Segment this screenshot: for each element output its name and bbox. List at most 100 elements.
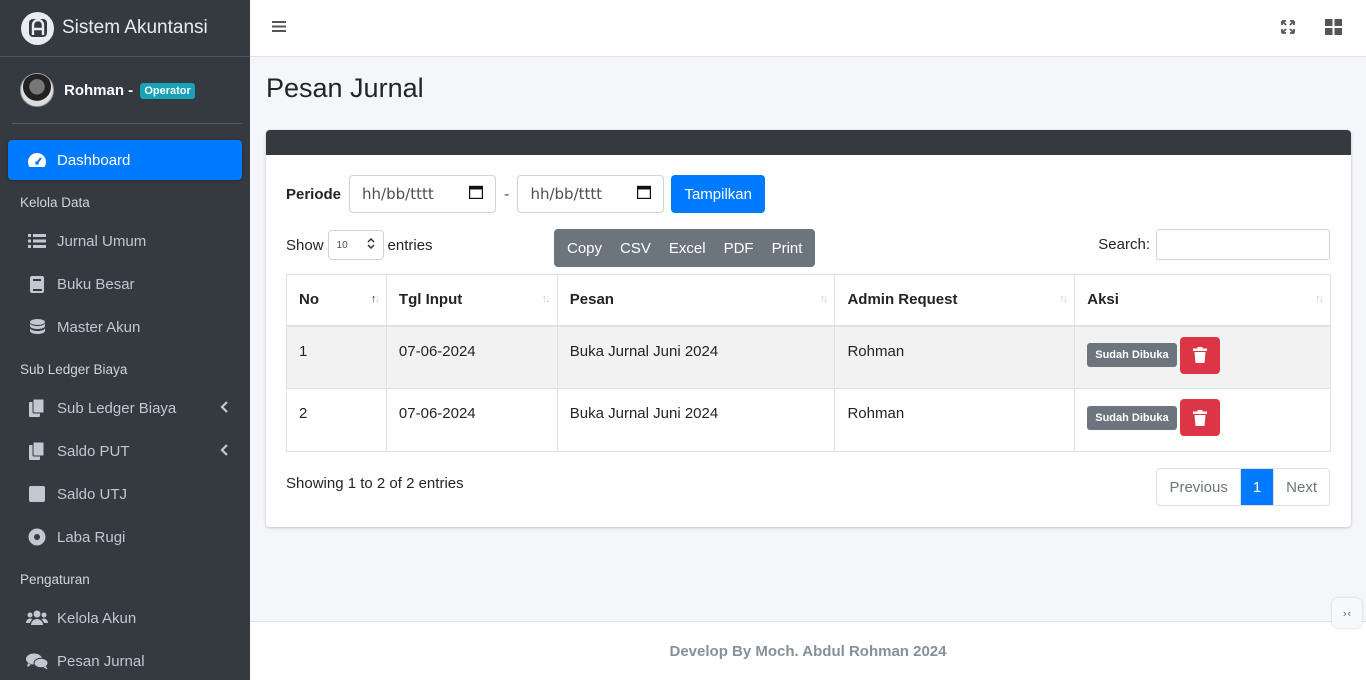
cell-no: 1 — [286, 325, 387, 389]
sidebar-item-dashboard[interactable]: Dashboard — [8, 140, 242, 180]
cell-admin: Rohman — [834, 325, 1076, 389]
sidebar-item-label: Master Akun — [57, 318, 141, 336]
sidebar-item-label: Pesan Jurnal — [57, 652, 145, 670]
sidebar-item-buku-besar[interactable]: Buku Besar — [8, 264, 242, 304]
show-label: Show — [286, 236, 324, 254]
brand-link[interactable]: Sistem Akuntansi — [0, 0, 250, 57]
sidebar-item-sub-ledger-biaya[interactable]: Sub Ledger Biaya — [8, 388, 242, 428]
sidebar-item-label: Buku Besar — [57, 275, 135, 293]
sidebar-item-label: Jurnal Umum — [57, 232, 147, 250]
period-label: Periode — [286, 185, 342, 203]
control-sidebar-icon[interactable] — [1325, 19, 1342, 39]
pagination-next[interactable]: Next — [1273, 469, 1329, 505]
sort-icon: ↑↓ — [541, 293, 551, 305]
date-separator: - — [504, 185, 510, 203]
table-info: Showing 1 to 2 of 2 entries — [286, 475, 464, 492]
user-panel[interactable]: Rohman - Operator — [12, 57, 242, 124]
excel-button[interactable]: Excel — [660, 240, 715, 257]
cell-admin: Rohman — [834, 388, 1076, 452]
entries-label: entries — [387, 236, 433, 254]
delete-button[interactable] — [1179, 336, 1220, 374]
column-header-label: Aksi — [1087, 291, 1119, 309]
copy-icon — [26, 399, 48, 417]
cell-aksi: Sudah Dibuka — [1074, 388, 1331, 452]
sidebar-nav: Dashboard Kelola Data Jurnal Umum Buku B… — [0, 140, 250, 680]
sort-icon: ↑↓ — [819, 293, 828, 305]
column-header-admin-request[interactable]: Admin Request ↑↓ — [834, 274, 1076, 327]
cell-aksi: Sudah Dibuka — [1074, 325, 1331, 389]
list-icon — [26, 232, 48, 250]
fullscreen-icon[interactable] — [1280, 19, 1296, 39]
card-header — [266, 130, 1351, 155]
page-length-control: Show 10 entries — [286, 230, 433, 260]
page-length-select[interactable]: 10 — [327, 230, 384, 260]
main-content: Pesan Jurnal Periode hh/bb/tttt - hh/bb/… — [250, 57, 1366, 621]
column-header-label: No — [299, 291, 319, 309]
hamburger-menu-icon[interactable] — [272, 19, 286, 37]
table-header-row: No ↑↓ Tgl Input ↑↓ Pesan ↑↓ Admin Request ↑↓… — [286, 274, 1331, 327]
sort-asc-icon: ↑↓ — [370, 293, 380, 305]
date-to-input[interactable]: hh/bb/tttt — [517, 175, 665, 213]
chevron-left-icon — [220, 400, 228, 417]
page-length-value: 10 — [336, 239, 348, 251]
column-header-pesan[interactable]: Pesan ↑↓ — [556, 274, 836, 327]
sidebar-item-kelola-akun[interactable]: Kelola Akun — [8, 598, 242, 638]
sidebar-item-label: Laba Rugi — [57, 528, 126, 546]
sidebar-item-master-akun[interactable]: Master Akun — [8, 307, 242, 347]
period-filter: Periode hh/bb/tttt - hh/bb/tttt Tampilka… — [286, 175, 765, 213]
table-search: Search: — [1098, 229, 1330, 260]
nav-header-sub-ledger: Sub Ledger Biaya — [20, 361, 128, 377]
tachometer-icon — [26, 151, 48, 169]
pagination-previous[interactable]: Previous — [1157, 469, 1241, 505]
top-navbar — [250, 0, 1366, 57]
copy-icon — [26, 442, 48, 460]
book-icon — [26, 275, 48, 293]
calendar-icon[interactable] — [468, 185, 484, 203]
pesan-jurnal-table: No ↑↓ Tgl Input ↑↓ Pesan ↑↓ Admin Request ↑↓… — [286, 274, 1331, 452]
pagination-page-1[interactable]: 1 — [1240, 469, 1274, 505]
square-icon — [26, 485, 48, 503]
sidebar-item-jurnal-umum[interactable]: Jurnal Umum — [8, 221, 242, 261]
cell-tgl-input: 07-06-2024 — [385, 388, 558, 452]
dot-circle-icon — [26, 528, 48, 546]
column-header-label: Pesan — [569, 291, 614, 309]
date-from-placeholder: hh/bb/tttt — [362, 185, 434, 203]
csv-button[interactable]: CSV — [611, 240, 660, 257]
pdf-button[interactable]: PDF — [715, 240, 763, 257]
floating-toggle-icon[interactable]: ›‹ — [1332, 598, 1362, 628]
cell-no: 2 — [286, 388, 387, 452]
nav-header-pengaturan: Pengaturan — [20, 571, 90, 587]
sidebar-item-pesan-jurnal[interactable]: Pesan Jurnal — [8, 641, 242, 680]
calendar-icon[interactable] — [637, 185, 652, 203]
delete-button[interactable] — [1179, 399, 1220, 436]
footer: Develop By Moch. Abdul Rohman 2024 — [250, 621, 1366, 680]
user-name-text: Rohman - — [64, 81, 134, 99]
print-button[interactable]: Print — [763, 240, 812, 257]
column-header-aksi[interactable]: Aksi ↑↓ — [1074, 274, 1331, 327]
sidebar-item-label: Saldo UTJ — [57, 485, 128, 503]
sidebar-item-laba-rugi[interactable]: Laba Rugi — [8, 517, 242, 557]
sidebar: Sistem Akuntansi Rohman - Operator Dashb… — [0, 0, 250, 680]
column-header-tgl-input[interactable]: Tgl Input ↑↓ — [385, 274, 558, 327]
column-header-label: Tgl Input — [398, 291, 463, 309]
export-button-group: Copy CSV Excel PDF Print — [554, 229, 816, 267]
cell-pesan: Buka Jurnal Juni 2024 — [556, 388, 836, 452]
trash-icon — [1192, 409, 1207, 426]
sidebar-item-label: Kelola Akun — [57, 609, 137, 627]
status-button[interactable]: Sudah Dibuka — [1087, 405, 1177, 430]
pesan-jurnal-card: Periode hh/bb/tttt - hh/bb/tttt Tampilka… — [266, 130, 1351, 527]
status-button[interactable]: Sudah Dibuka — [1087, 343, 1177, 367]
search-label: Search: — [1098, 236, 1150, 253]
tampilkan-button[interactable]: Tampilkan — [671, 175, 765, 213]
sidebar-item-saldo-put[interactable]: Saldo PUT — [8, 431, 242, 471]
brand-title: Sistem Akuntansi — [62, 17, 208, 38]
cell-tgl-input: 07-06-2024 — [385, 325, 558, 389]
column-header-label: Admin Request — [847, 291, 958, 309]
search-input[interactable] — [1156, 229, 1330, 260]
date-from-input[interactable]: hh/bb/tttt — [349, 175, 497, 213]
sidebar-item-saldo-utj[interactable]: Saldo UTJ — [8, 474, 242, 514]
column-header-no[interactable]: No ↑↓ — [286, 274, 387, 327]
copy-button[interactable]: Copy — [558, 240, 611, 257]
role-badge: Operator — [140, 82, 195, 99]
sort-icon: ↑↓ — [1315, 293, 1324, 305]
